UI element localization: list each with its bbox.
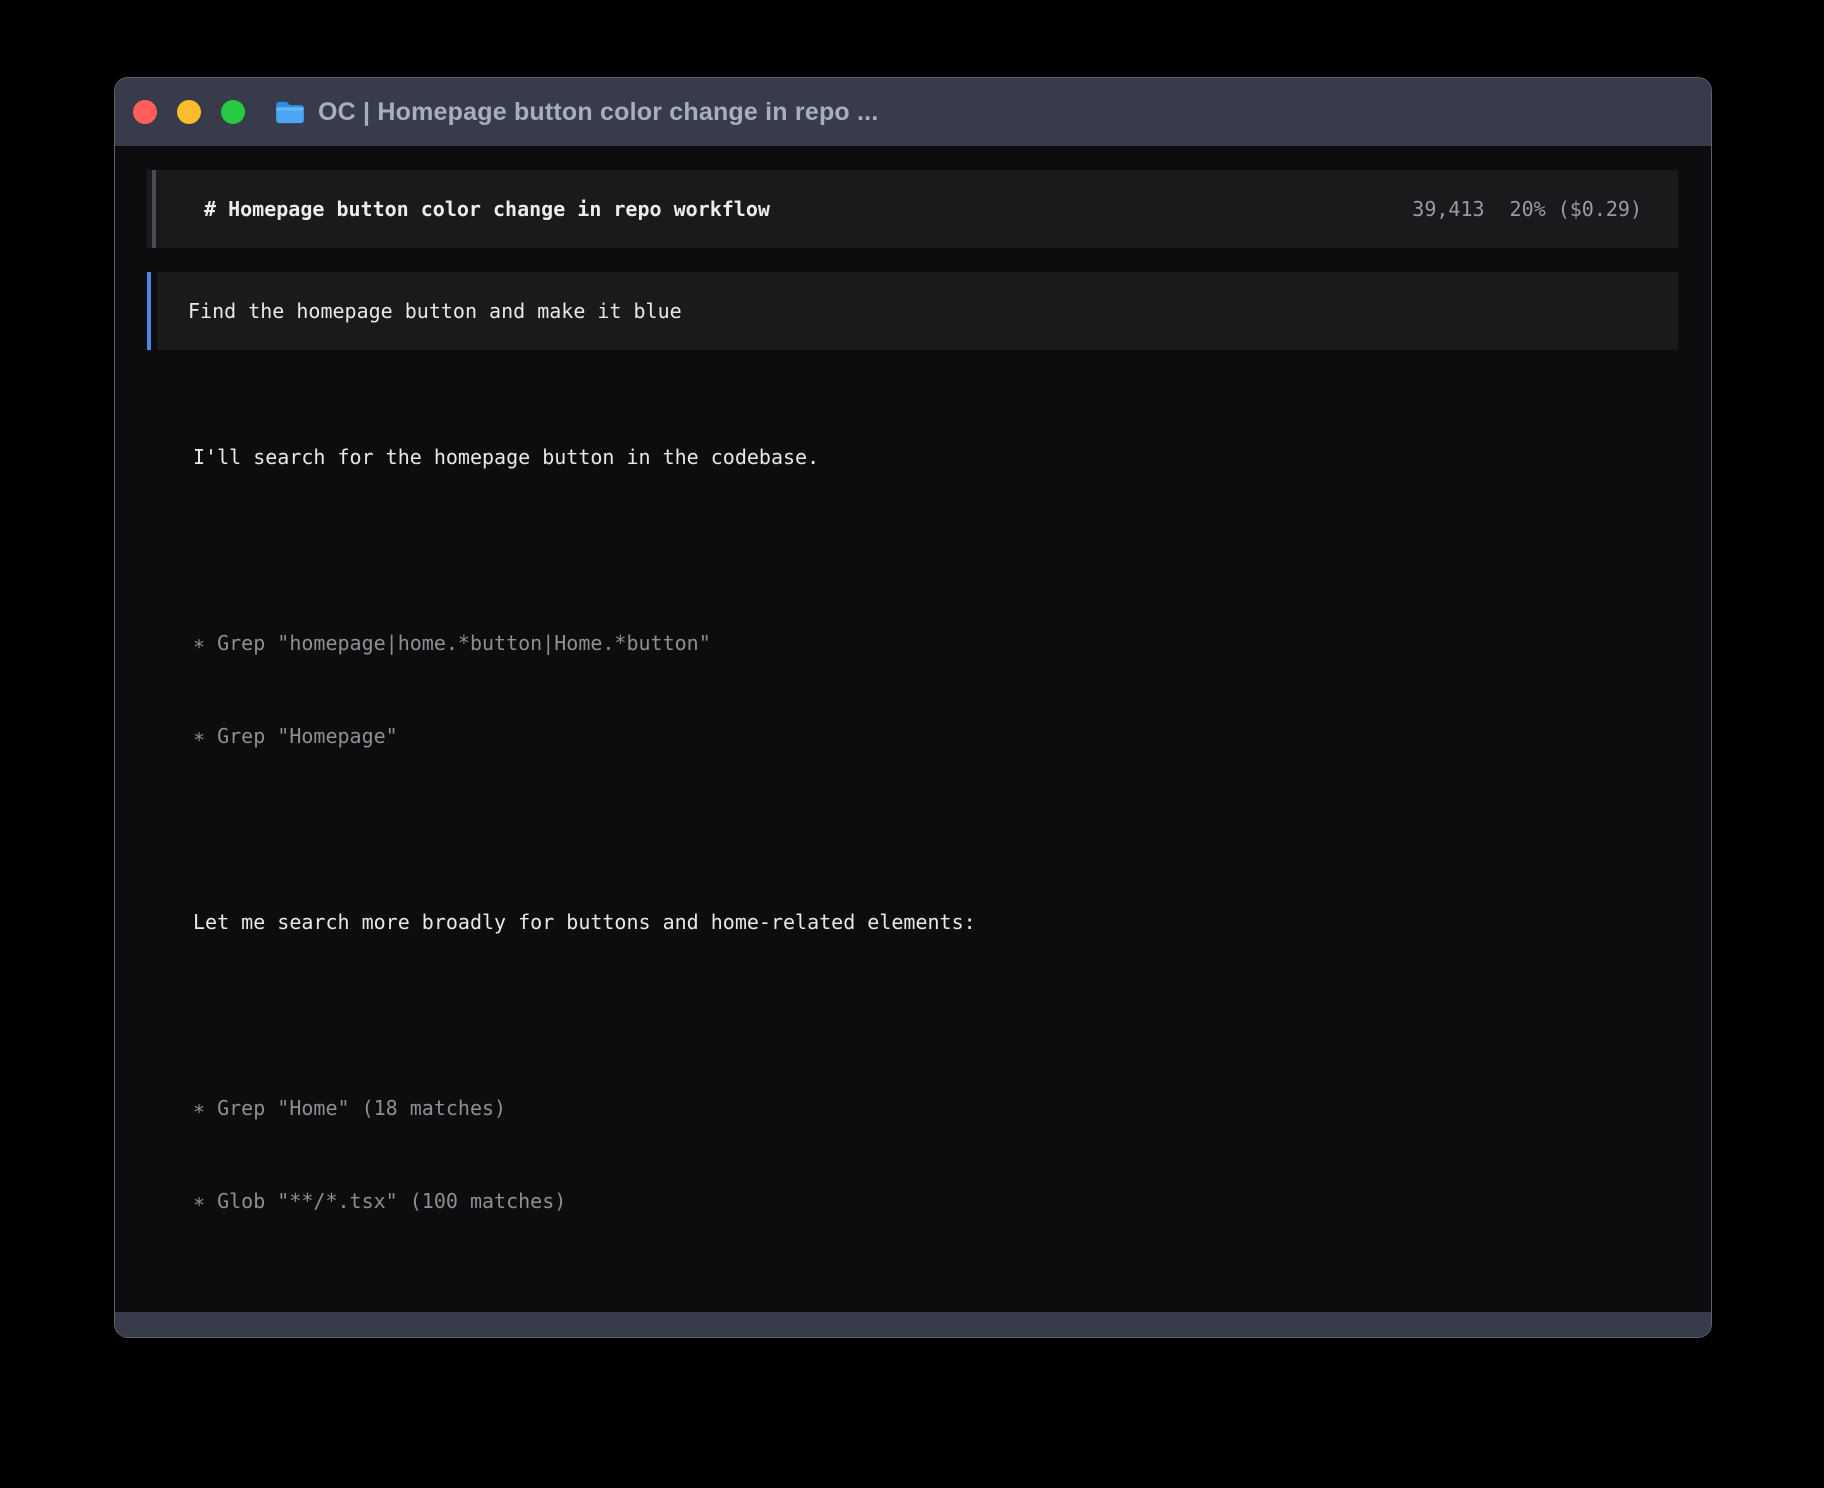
user-message-bubble: Find the homepage button and make it blu… bbox=[157, 272, 1678, 350]
tool-call-glob: ∗ Glob "**/*.tsx" (100 matches) bbox=[193, 1186, 1678, 1217]
user-message: Find the homepage button and make it blu… bbox=[147, 272, 1678, 350]
terminal-content: # Homepage button color change in repo w… bbox=[115, 146, 1711, 1312]
user-message-text: Find the homepage button and make it blu… bbox=[188, 296, 682, 327]
session-stats: 39,413 20% ($0.29) bbox=[1412, 194, 1642, 225]
assistant-transcript: I'll search for the homepage button in t… bbox=[193, 380, 1678, 1338]
terminal-window: OC | Homepage button color change in rep… bbox=[114, 77, 1712, 1338]
user-message-accent-bar bbox=[147, 272, 151, 350]
tool-call-grep: ∗ Grep "homepage|home.*button|Home.*butt… bbox=[193, 628, 1678, 659]
zoom-button[interactable] bbox=[221, 100, 245, 124]
tool-call-grep: ∗ Grep "Homepage" bbox=[193, 721, 1678, 752]
window-titlebar: OC | Homepage button color change in rep… bbox=[115, 78, 1711, 146]
window-title: OC | Homepage button color change in rep… bbox=[318, 98, 878, 127]
folder-icon bbox=[275, 100, 305, 124]
close-button[interactable] bbox=[133, 100, 157, 124]
assistant-text-line: I'll search for the homepage button in t… bbox=[193, 442, 1678, 473]
tool-call-grep: ∗ Grep "Home" (18 matches) bbox=[193, 1093, 1678, 1124]
context-usage-cost: 20% ($0.29) bbox=[1510, 194, 1642, 225]
minimize-button[interactable] bbox=[177, 100, 201, 124]
window-footer-strip bbox=[115, 1312, 1711, 1337]
session-title: # Homepage button color change in repo w… bbox=[204, 194, 770, 225]
titlebar-title-group: OC | Homepage button color change in rep… bbox=[275, 98, 878, 127]
session-header: # Homepage button color change in repo w… bbox=[147, 170, 1678, 248]
token-count: 39,413 bbox=[1412, 194, 1484, 225]
traffic-lights bbox=[131, 100, 245, 124]
assistant-text-line: Let me search more broadly for buttons a… bbox=[193, 907, 1678, 938]
